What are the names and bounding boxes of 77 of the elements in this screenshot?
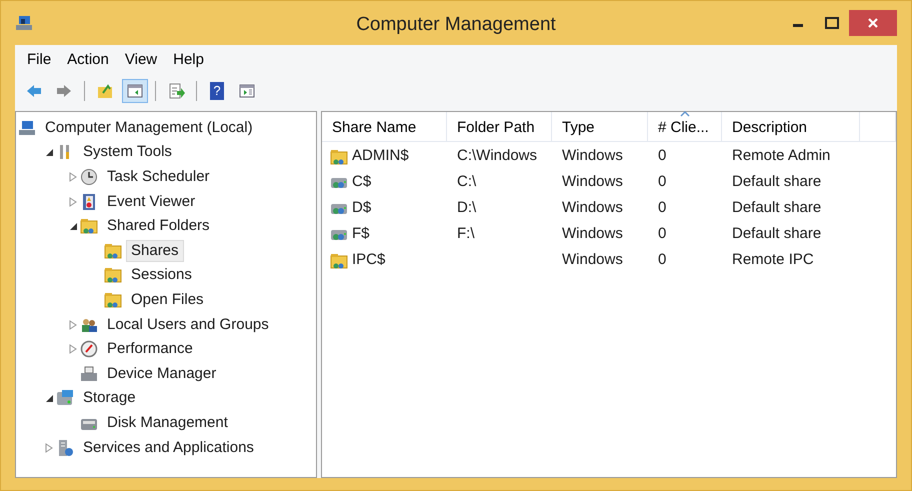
tree-item[interactable]: Device Manager xyxy=(102,362,222,385)
shared-folder-icon xyxy=(330,148,348,166)
shared-folder-icon xyxy=(104,266,122,284)
collapse-arrow-icon[interactable] xyxy=(44,393,54,404)
table-cell-text: C:\ xyxy=(457,172,476,192)
export-list-icon xyxy=(167,82,185,100)
menu-item[interactable]: View xyxy=(118,48,164,72)
collapse-arrow-icon[interactable] xyxy=(44,147,54,158)
tree-item[interactable]: Event Viewer xyxy=(102,190,200,213)
tree-item[interactable]: Open Files xyxy=(126,288,209,311)
action-pane-icon xyxy=(238,82,256,100)
share-name: F$ xyxy=(352,224,370,244)
share-name: IPC$ xyxy=(352,250,386,270)
menu-item[interactable]: Action xyxy=(61,48,115,72)
maximize-icon xyxy=(825,17,839,29)
close-icon xyxy=(867,17,879,29)
tree-item[interactable]: Computer Management (Local) xyxy=(40,116,258,139)
expand-arrow-icon[interactable] xyxy=(68,320,78,330)
table-cell-text: 0 xyxy=(658,224,666,244)
table-cell-text: 0 xyxy=(658,198,666,218)
gauge-icon xyxy=(80,340,98,358)
tree-item[interactable]: Performance xyxy=(102,338,198,360)
shared-folder-icon xyxy=(80,217,98,236)
table-cell-text: Windows xyxy=(562,198,623,218)
expand-arrow-icon[interactable] xyxy=(68,172,78,182)
tree-item[interactable]: Services and Applications xyxy=(78,436,259,459)
expand-arrow-icon[interactable] xyxy=(68,344,78,354)
printer-device-icon xyxy=(80,364,98,383)
help-button[interactable]: ? xyxy=(204,78,230,102)
shared-drive-icon xyxy=(330,176,348,188)
close-button[interactable] xyxy=(849,10,897,36)
menu-item[interactable]: File xyxy=(21,48,58,72)
share-name: C$ xyxy=(352,172,372,192)
table-cell-text: Windows xyxy=(562,224,623,244)
folder-up-icon xyxy=(96,82,114,100)
tree-item[interactable]: Shares xyxy=(126,240,184,262)
share-name: ADMIN$ xyxy=(352,146,409,166)
shared-drive-icon xyxy=(330,202,348,214)
tree-item[interactable]: Disk Management xyxy=(102,412,233,434)
table-cell-text: Windows xyxy=(562,250,623,270)
table-cell-text: C:\Windows xyxy=(457,146,538,166)
shared-folder-icon xyxy=(104,290,122,309)
computer-icon xyxy=(15,14,33,32)
tree-item[interactable]: Task Scheduler xyxy=(102,166,215,188)
server-icon xyxy=(56,438,74,457)
table-cell-text: 0 xyxy=(658,172,666,192)
storage-icon xyxy=(56,389,74,408)
table-cell-text: Default share xyxy=(732,172,822,192)
table-cell-text: Remote Admin xyxy=(732,146,830,166)
shared-folder-icon xyxy=(330,252,348,270)
table-cell-text: 0 xyxy=(658,250,666,270)
pane-icon xyxy=(126,82,144,100)
table-cell-text: 0 xyxy=(658,146,666,166)
table-cell-text: Windows xyxy=(562,146,623,166)
table-cell-text: D:\ xyxy=(457,198,476,218)
table-cell-text: F:\ xyxy=(457,224,474,244)
clock-icon xyxy=(80,168,98,186)
pane-button[interactable] xyxy=(122,78,148,102)
window-title: Computer Management xyxy=(356,13,556,37)
tree-item[interactable]: Local Users and Groups xyxy=(102,314,274,336)
shared-folder-icon xyxy=(104,242,122,260)
collapse-arrow-icon[interactable] xyxy=(68,221,78,232)
share-name: D$ xyxy=(352,198,372,218)
expand-arrow-icon[interactable] xyxy=(68,196,78,207)
tree-item[interactable]: Storage xyxy=(78,387,141,410)
table-cell-text: Default share xyxy=(732,224,822,244)
tree-item[interactable]: Sessions xyxy=(126,264,197,286)
event-log-icon xyxy=(80,192,98,211)
expand-arrow-icon[interactable] xyxy=(44,442,54,453)
table-cell-text: Default share xyxy=(732,198,822,218)
tree-item[interactable]: System Tools xyxy=(78,141,177,164)
computer-icon xyxy=(18,118,36,137)
table-cell-text: Windows xyxy=(562,172,623,192)
menu-item[interactable]: Help xyxy=(167,48,210,72)
tree-item[interactable]: Shared Folders xyxy=(102,215,215,238)
table-cell-text: Remote IPC xyxy=(732,250,814,270)
shared-drive-icon xyxy=(330,228,348,240)
